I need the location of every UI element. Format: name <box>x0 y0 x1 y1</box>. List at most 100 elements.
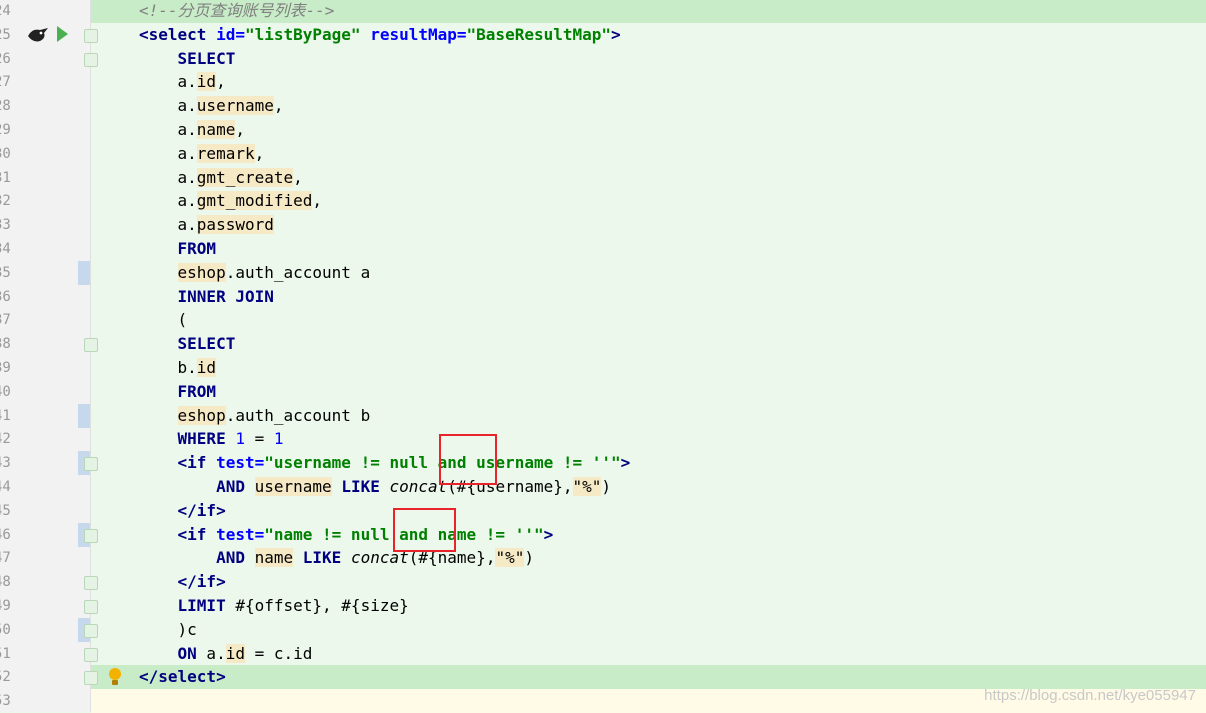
fold-marker-icon[interactable] <box>84 28 98 43</box>
fold-marker-icon[interactable] <box>84 576 98 591</box>
code-token: test= <box>216 453 265 473</box>
code-text: INNER JOIN <box>139 285 274 309</box>
code-text: a.gmt_modified, <box>139 189 322 213</box>
fold-marker-icon[interactable] <box>84 623 98 638</box>
code-line[interactable]: 43 <if test="username != null and userna… <box>0 451 1206 476</box>
code-line[interactable]: 45 </if> <box>0 499 1206 523</box>
code-token: #{offset}, #{size} <box>225 596 409 615</box>
code-line[interactable]: 35 eshop.auth_account a <box>0 260 1206 285</box>
code-text: a.name, <box>139 118 245 142</box>
code-line[interactable]: 24 <!--分页查询账号列表--> <box>0 0 1206 23</box>
code-line[interactable]: 51 ON a.id = c.id <box>0 642 1206 666</box>
code-text: </select> <box>139 665 226 689</box>
lightbulb-icon[interactable] <box>108 667 122 687</box>
line-number: 29 <box>0 122 11 138</box>
code-line[interactable]: 36 INNER JOIN <box>0 285 1206 309</box>
code-text: eshop.auth_account b <box>139 404 370 428</box>
code-line[interactable]: 28 a.username, <box>0 94 1206 118</box>
line-number: 38 <box>0 336 11 353</box>
fold-marker-icon[interactable] <box>84 457 98 472</box>
code-line[interactable]: 40 FROM <box>0 380 1206 404</box>
line-number: 42 <box>0 431 11 448</box>
change-marker[interactable] <box>78 403 90 428</box>
code-line[interactable]: 46 <if test="name != null and name != ''… <box>0 522 1206 547</box>
change-marker[interactable] <box>78 260 90 285</box>
code-line[interactable]: 32 a.gmt_modified, <box>0 189 1206 213</box>
code-token: "BaseResultMap" <box>466 24 612 44</box>
annotation-box-1 <box>439 434 497 485</box>
code-text: <if test="name != null and name != ''"> <box>139 523 554 547</box>
code-line[interactable]: 29 a.name, <box>0 118 1206 142</box>
line-number: 51 <box>0 645 11 662</box>
code-token: ) <box>524 548 534 568</box>
line-number: 53 <box>0 693 11 710</box>
code-token: a. <box>196 643 226 663</box>
mybatis-bird-icon[interactable] <box>26 26 50 44</box>
code-editor[interactable]: 24<!--分页查询账号列表-->25<select id="listByPag… <box>0 0 1206 713</box>
code-line[interactable]: 47 AND name LIKE concat(#{name},"%") <box>0 546 1206 570</box>
code-text: </if> <box>139 499 226 523</box>
code-token: > <box>620 453 631 473</box>
code-line[interactable]: 44 AND username LIKE concat(#{username},… <box>0 475 1206 499</box>
code-line[interactable]: 27 a.id, <box>0 70 1206 94</box>
code-line[interactable]: 48 </if> <box>0 570 1206 594</box>
line-number: 33 <box>0 217 11 234</box>
run-gutter-icon[interactable] <box>57 26 68 42</box>
fold-marker-icon[interactable] <box>84 647 98 662</box>
code-line[interactable]: 41 eshop.auth_account b <box>0 403 1206 428</box>
code-token: > <box>543 524 554 544</box>
code-token: , <box>293 167 303 187</box>
code-line[interactable]: 49 LIMIT #{offset}, #{size} <box>0 594 1206 618</box>
code-token: id <box>225 643 245 663</box>
fold-marker-icon[interactable] <box>84 338 98 353</box>
code-token: ( <box>139 310 188 330</box>
code-token: a. <box>139 96 197 116</box>
code-token: remark <box>196 143 255 163</box>
line-number: 31 <box>0 169 11 186</box>
code-line[interactable]: 25 <select id="listByPage" resultMap="Bas… <box>0 23 1206 47</box>
code-text: WHERE 1 = 1 <box>139 427 284 451</box>
code-token: id= <box>216 24 245 44</box>
code-token: , <box>235 120 245 139</box>
code-token: test= <box>216 524 265 544</box>
code-line[interactable]: 30 a.remark, <box>0 142 1206 166</box>
code-line[interactable]: 52 </select> <box>0 665 1206 690</box>
code-text: FROM <box>139 237 217 261</box>
line-number: 37 <box>0 312 11 329</box>
code-token: a. <box>139 191 197 211</box>
code-line[interactable]: 50 )c <box>0 617 1206 642</box>
code-token: LIMIT <box>177 596 226 615</box>
fold-marker-icon[interactable] <box>84 528 98 543</box>
code-text: LIMIT #{offset}, #{size} <box>139 594 409 618</box>
code-text: )c <box>139 618 197 642</box>
annotation-box-2 <box>393 508 456 552</box>
fold-marker-icon[interactable] <box>84 52 98 67</box>
code-line[interactable]: 33 a.password <box>0 213 1206 237</box>
code-token: FROM <box>177 381 217 401</box>
code-line[interactable]: 26 SELECT <box>0 47 1206 71</box>
fold-marker-icon[interactable] <box>84 600 98 614</box>
code-line[interactable]: 31 a.gmt_create, <box>0 166 1206 190</box>
code-line[interactable]: 34 FROM <box>0 237 1206 261</box>
code-line[interactable]: 38 SELECT <box>0 332 1206 356</box>
code-token: <if <box>177 453 217 473</box>
code-text: ON a.id = c.id <box>139 642 312 666</box>
code-token: 1 <box>235 429 245 449</box>
code-text: <if test="username != null and username … <box>139 451 631 475</box>
line-number: 46 <box>0 526 11 543</box>
code-text: a.gmt_create, <box>139 166 303 190</box>
code-token: , <box>254 143 265 163</box>
fold-marker-icon[interactable] <box>84 671 98 686</box>
code-token: </if> <box>177 500 226 520</box>
code-line[interactable]: 39 b.id <box>0 356 1206 380</box>
code-token: username <box>196 96 274 116</box>
code-text: AND name LIKE concat(#{name},"%") <box>139 546 534 570</box>
code-line[interactable]: 42 WHERE 1 = 1 <box>0 427 1206 451</box>
code-text: SELECT <box>139 332 236 356</box>
line-number: 44 <box>0 479 11 495</box>
code-line[interactable]: 37 ( <box>0 308 1206 332</box>
